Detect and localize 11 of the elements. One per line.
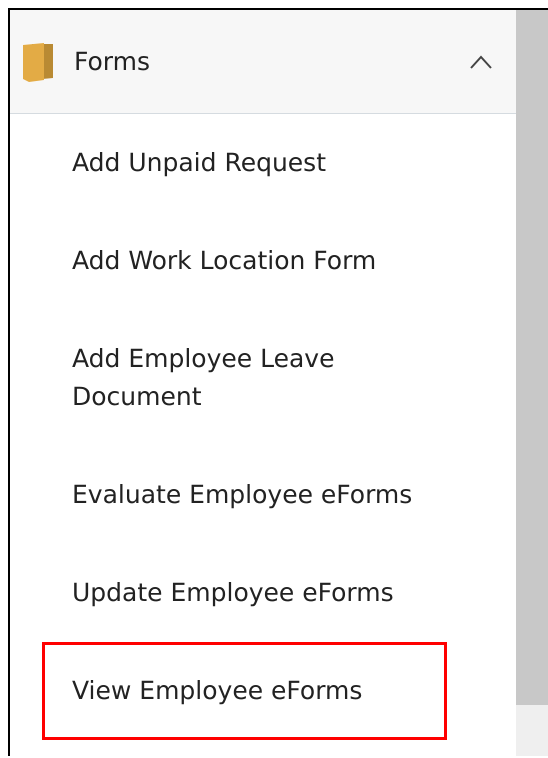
scrollbar-thumb[interactable]	[516, 10, 548, 705]
menu-item[interactable]: Evaluate Employee eForms	[42, 446, 447, 544]
folder-icon	[22, 42, 54, 82]
section-header[interactable]: Forms	[10, 10, 516, 114]
menu-item[interactable]: Add Unpaid Request	[42, 114, 447, 212]
menu-item[interactable]: Add Employee Leave Document	[42, 310, 447, 446]
menu-item[interactable]: View Employee eForms	[42, 642, 447, 740]
menu-item[interactable]: Update Employee eForms	[42, 544, 447, 642]
section-title: Forms	[74, 47, 152, 76]
menu-item[interactable]: Add Work Location Form	[42, 212, 447, 310]
chevron-icon[interactable]	[470, 54, 492, 68]
